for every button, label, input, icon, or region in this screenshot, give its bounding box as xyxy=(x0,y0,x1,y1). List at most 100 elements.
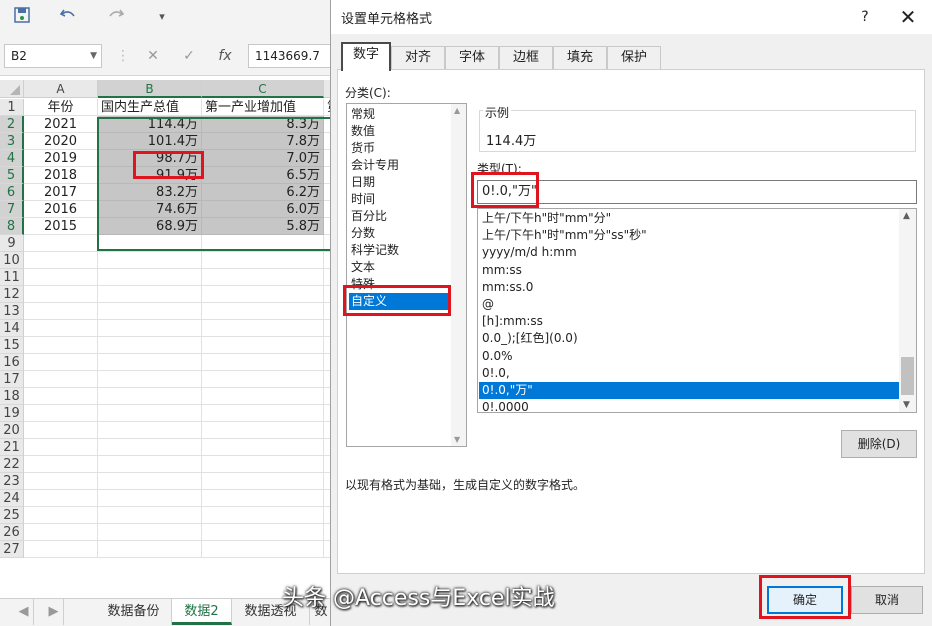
row-header-26[interactable]: 26 xyxy=(0,524,24,541)
table-cell[interactable]: 5.8万 xyxy=(202,218,324,235)
row-header-20[interactable]: 20 xyxy=(0,422,24,439)
category-item[interactable]: 常规 xyxy=(349,106,452,123)
table-cell[interactable] xyxy=(24,303,98,320)
table-cell[interactable]: 114.4万 xyxy=(98,116,202,133)
type-input[interactable]: 0!.0,"万" xyxy=(477,180,917,204)
row-header-15[interactable]: 15 xyxy=(0,337,24,354)
table-cell[interactable]: 6.5万 xyxy=(202,167,324,184)
table-cell[interactable] xyxy=(98,354,202,371)
undo-icon[interactable] xyxy=(56,6,80,28)
row-header-23[interactable]: 23 xyxy=(0,473,24,490)
table-cell[interactable]: 2018 xyxy=(24,167,98,184)
table-cell[interactable] xyxy=(24,524,98,541)
tab-font[interactable]: 字体 xyxy=(445,46,499,70)
category-item[interactable]: 文本 xyxy=(349,259,452,276)
format-list[interactable]: 上午/下午h"时"mm"分" 上午/下午h"时"mm"分"ss"秒" yyyy/m/… xyxy=(477,208,917,413)
table-cell[interactable] xyxy=(202,541,324,558)
category-item[interactable]: 日期 xyxy=(349,174,452,191)
row-header-25[interactable]: 25 xyxy=(0,507,24,524)
tab-fill[interactable]: 填充 xyxy=(553,46,607,70)
chevron-down-icon[interactable]: ▼ xyxy=(90,45,97,67)
table-cell[interactable] xyxy=(98,456,202,473)
format-item[interactable]: 0.0% xyxy=(479,348,899,365)
table-cell[interactable]: 83.2万 xyxy=(98,184,202,201)
table-cell[interactable] xyxy=(24,405,98,422)
table-cell[interactable] xyxy=(98,269,202,286)
category-item[interactable]: 百分比 xyxy=(349,208,452,225)
table-cell[interactable] xyxy=(98,541,202,558)
redo-icon[interactable] xyxy=(104,6,128,28)
row-header-19[interactable]: 19 xyxy=(0,405,24,422)
category-item[interactable]: 数值 xyxy=(349,123,452,140)
table-cell[interactable] xyxy=(202,388,324,405)
enter-icon[interactable]: ✓ xyxy=(178,46,200,66)
table-cell[interactable] xyxy=(202,371,324,388)
cell-header[interactable]: 国内生产总值 xyxy=(98,99,202,116)
category-scrollbar[interactable]: ▲ ▼ xyxy=(451,104,466,446)
table-cell[interactable] xyxy=(202,405,324,422)
row-header-13[interactable]: 13 xyxy=(0,303,24,320)
category-item[interactable]: 货币 xyxy=(349,140,452,157)
column-header-b[interactable]: B xyxy=(98,80,202,98)
table-cell[interactable] xyxy=(24,388,98,405)
table-cell[interactable] xyxy=(24,507,98,524)
category-item[interactable]: 时间 xyxy=(349,191,452,208)
column-header-a[interactable]: A xyxy=(24,80,98,98)
table-cell[interactable] xyxy=(98,320,202,337)
table-cell[interactable] xyxy=(202,286,324,303)
row-header-22[interactable]: 22 xyxy=(0,456,24,473)
row-header-16[interactable]: 16 xyxy=(0,354,24,371)
format-item[interactable]: 0!.0000 xyxy=(479,399,899,412)
format-item[interactable]: 0!.0,"万" xyxy=(479,382,899,399)
table-cell[interactable]: 2015 xyxy=(24,218,98,235)
table-cell[interactable] xyxy=(24,371,98,388)
select-all-corner[interactable] xyxy=(0,80,24,98)
function-icon[interactable]: fx xyxy=(214,46,236,66)
row-header-10[interactable]: 10 xyxy=(0,252,24,269)
table-cell[interactable] xyxy=(202,524,324,541)
row-header-14[interactable]: 14 xyxy=(0,320,24,337)
format-item[interactable]: mm:ss.0 xyxy=(479,279,899,296)
table-cell[interactable] xyxy=(98,337,202,354)
table-cell[interactable] xyxy=(24,320,98,337)
table-cell[interactable]: 8.3万 xyxy=(202,116,324,133)
save-icon[interactable] xyxy=(10,6,34,28)
table-cell[interactable] xyxy=(98,490,202,507)
ok-button[interactable]: 确定 xyxy=(767,586,843,614)
table-cell[interactable] xyxy=(24,456,98,473)
format-item[interactable]: 上午/下午h"时"mm"分"ss"秒" xyxy=(479,227,899,244)
tab-alignment[interactable]: 对齐 xyxy=(391,46,445,70)
table-cell[interactable] xyxy=(98,303,202,320)
table-cell[interactable]: 2019 xyxy=(24,150,98,167)
table-cell[interactable] xyxy=(202,507,324,524)
name-box[interactable]: B2 ▼ xyxy=(4,44,102,68)
scroll-down-icon[interactable]: ▼ xyxy=(903,400,910,410)
table-cell[interactable]: 101.4万 xyxy=(98,133,202,150)
row-header-27[interactable]: 27 xyxy=(0,541,24,558)
table-cell[interactable] xyxy=(98,405,202,422)
table-cell[interactable] xyxy=(202,456,324,473)
table-cell[interactable]: 91.9万 xyxy=(98,167,202,184)
category-item[interactable]: 自定义 xyxy=(349,293,452,310)
cell-header[interactable]: 年份 xyxy=(24,99,98,116)
format-item[interactable]: 0!.0, xyxy=(479,365,899,382)
table-cell[interactable] xyxy=(98,371,202,388)
table-cell[interactable]: 2017 xyxy=(24,184,98,201)
row-header-7[interactable]: 7 xyxy=(0,201,24,218)
category-list[interactable]: 常规 数值 货币 会计专用 日期 时间 百分比 分数 科学记数 文本 特殊 自定义 ▲ ▼ xyxy=(346,103,467,447)
category-item[interactable]: 分数 xyxy=(349,225,452,242)
cell-header[interactable]: 第一产业增加值 xyxy=(202,99,324,116)
row-header-2[interactable]: 2 xyxy=(0,116,24,133)
table-cell[interactable] xyxy=(202,320,324,337)
format-scrollbar[interactable]: ▲ ▼ xyxy=(899,209,916,412)
table-cell[interactable] xyxy=(98,524,202,541)
row-header-18[interactable]: 18 xyxy=(0,388,24,405)
table-cell[interactable] xyxy=(24,337,98,354)
scroll-up-icon[interactable]: ▲ xyxy=(903,211,910,221)
sheet-tab-data2[interactable]: 数据2 xyxy=(172,599,232,625)
table-cell[interactable] xyxy=(24,286,98,303)
scroll-left-icon[interactable]: ◀ xyxy=(14,599,34,625)
column-header-c[interactable]: C xyxy=(202,80,324,98)
table-cell[interactable] xyxy=(98,252,202,269)
sheet-tab-backup[interactable]: 数据备份 xyxy=(96,599,172,625)
